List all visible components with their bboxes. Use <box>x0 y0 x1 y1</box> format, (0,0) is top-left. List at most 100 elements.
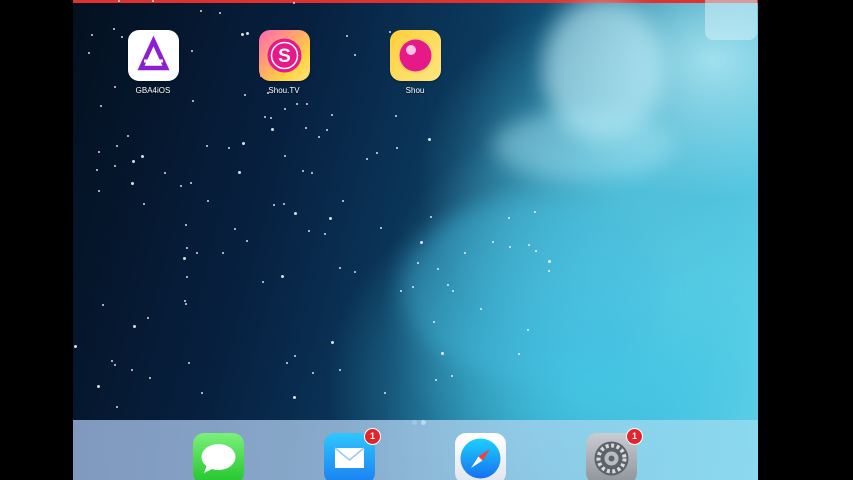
star <box>133 325 137 329</box>
assistive-touch-icon[interactable] <box>705 0 757 40</box>
star <box>429 216 432 219</box>
star <box>112 28 115 31</box>
star <box>95 169 98 172</box>
star <box>365 157 368 160</box>
notification-badge: 1 <box>626 428 643 445</box>
recording-status-bar <box>73 0 758 3</box>
svg-text:S: S <box>278 46 291 67</box>
star <box>400 289 403 292</box>
app-gba4ios[interactable]: GBA4iOS <box>118 30 188 95</box>
star <box>491 240 494 243</box>
star <box>199 10 202 12</box>
star <box>190 181 193 184</box>
star <box>245 240 248 243</box>
star <box>74 345 78 349</box>
star <box>88 52 91 55</box>
star <box>218 12 221 15</box>
star <box>380 227 383 230</box>
star <box>383 391 386 394</box>
star <box>114 86 117 89</box>
star <box>149 377 152 380</box>
dock-app-mail[interactable]: 1 <box>324 428 381 480</box>
star <box>100 105 103 108</box>
star <box>311 171 314 174</box>
dock-app-settings[interactable]: 1 <box>586 428 643 480</box>
star <box>102 304 105 307</box>
star <box>341 199 344 202</box>
star <box>507 216 510 219</box>
star <box>114 165 117 168</box>
star <box>533 210 536 213</box>
star <box>90 33 93 36</box>
star <box>207 200 210 203</box>
star <box>280 274 284 278</box>
dock-app-safari[interactable] <box>455 433 506 480</box>
star <box>312 371 315 374</box>
star <box>328 216 332 220</box>
star <box>375 151 378 154</box>
star <box>261 281 264 284</box>
star <box>440 351 444 355</box>
star <box>127 134 130 137</box>
star <box>132 159 136 163</box>
app-label: Shou <box>405 86 425 95</box>
star <box>463 251 466 254</box>
star <box>183 257 187 261</box>
star <box>353 54 356 57</box>
star <box>317 135 320 138</box>
star <box>130 368 133 371</box>
star <box>184 300 187 303</box>
star <box>184 224 187 227</box>
app-shou[interactable]: Shou <box>380 30 450 95</box>
star <box>427 138 431 142</box>
star <box>163 171 166 174</box>
star <box>302 170 305 172</box>
star <box>323 233 326 236</box>
star <box>296 103 299 106</box>
star <box>434 379 437 382</box>
star <box>286 361 289 364</box>
star <box>97 151 100 154</box>
star <box>517 352 520 355</box>
star <box>228 146 231 149</box>
star <box>354 270 357 273</box>
star <box>283 203 286 206</box>
star <box>293 396 297 400</box>
app-shoutv[interactable]: S Shou.TV <box>249 30 319 95</box>
star <box>534 249 537 252</box>
safari-compass-icon <box>460 438 501 479</box>
star <box>142 202 145 205</box>
star <box>117 0 120 3</box>
star <box>450 375 453 378</box>
star <box>293 1 296 4</box>
star <box>115 144 118 147</box>
star <box>130 182 134 186</box>
star <box>114 364 117 367</box>
dock-app-messages[interactable] <box>193 433 244 480</box>
star <box>187 362 190 365</box>
star <box>241 32 245 36</box>
star <box>338 369 341 372</box>
star <box>241 142 245 146</box>
app-label: GBA4iOS <box>135 86 171 95</box>
star <box>339 267 342 270</box>
messages-icon <box>201 444 236 473</box>
star <box>184 303 187 306</box>
star <box>263 116 266 119</box>
wallpaper-cloud <box>493 110 673 180</box>
gba4ios-triangle-icon <box>127 30 179 81</box>
star <box>221 252 224 255</box>
star <box>271 128 275 132</box>
star <box>345 34 348 37</box>
star <box>283 108 286 111</box>
star <box>238 171 242 175</box>
star <box>186 247 189 250</box>
star <box>243 94 246 97</box>
star <box>190 50 193 53</box>
star <box>195 252 198 255</box>
shou-record-icon <box>389 30 441 81</box>
app-label: Shou.TV <box>268 86 300 95</box>
star <box>395 115 398 118</box>
star <box>234 228 237 231</box>
star <box>272 204 275 207</box>
